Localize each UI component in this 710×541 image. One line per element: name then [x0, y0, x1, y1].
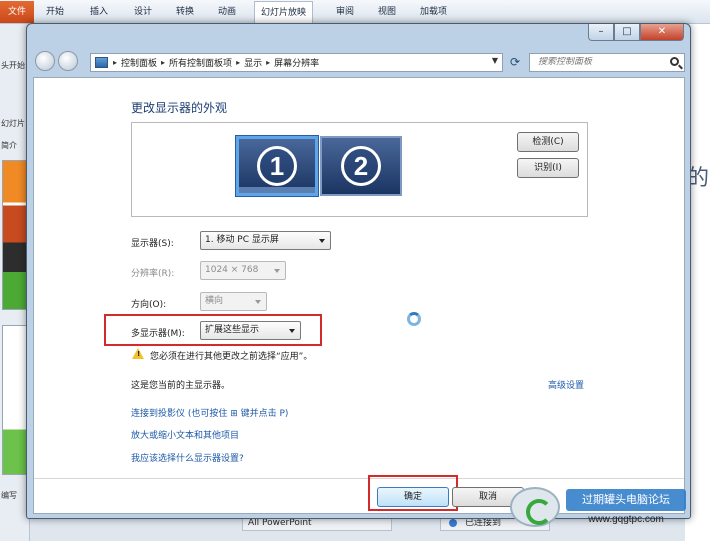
breadcrumb-separator-icon[interactable]: ▸	[113, 58, 117, 67]
slide-thumbnail[interactable]	[2, 325, 28, 475]
footer-divider	[34, 478, 684, 479]
ppt-tab-design[interactable]: 设计	[128, 1, 158, 23]
chevron-down-icon	[274, 269, 280, 273]
multiple-displays-value: 扩展这些显示	[205, 325, 260, 335]
monitor-number: 1	[257, 146, 297, 186]
identify-button[interactable]: 识别(I)	[517, 158, 579, 178]
primary-display-note: 这是您当前的主显示器。	[131, 381, 231, 391]
resolution-label: 分辨率(R):	[131, 269, 175, 279]
ppt-tab-home[interactable]: 开始	[40, 1, 70, 23]
address-bar[interactable]: ▸ 控制面板 ▸ 所有控制面板项 ▸ 显示 ▸ 屏幕分辨率 ▼	[90, 53, 503, 72]
orientation-select-value: 横向	[205, 296, 224, 306]
watermark-title: 过期罐头电脑论坛	[566, 489, 686, 511]
text-size-link[interactable]: 放大或缩小文本和其他项目	[131, 428, 239, 441]
resolution-select-value: 1024 × 768	[205, 265, 259, 275]
ppt-tab-review[interactable]: 审阅	[330, 1, 360, 23]
forward-button[interactable]	[58, 51, 78, 71]
busy-spinner-icon	[407, 312, 421, 326]
breadcrumb-all-items[interactable]: 所有控制面板项	[169, 56, 232, 69]
orientation-label: 方向(O):	[131, 300, 167, 310]
ppt-tab-animations[interactable]: 动画	[212, 1, 242, 23]
orientation-select[interactable]: 横向	[200, 292, 267, 311]
monitor-number: 2	[341, 146, 381, 186]
monitor-preview: 1 2 检测(C) 识别(I)	[131, 122, 588, 217]
multiple-displays-label: 多显示器(M):	[131, 329, 185, 339]
chevron-down-icon	[255, 300, 261, 304]
window-controls: – □ ✕	[588, 24, 684, 41]
breadcrumb-display[interactable]: 显示	[244, 56, 262, 69]
ppt-file-tab[interactable]: 文件	[0, 1, 34, 23]
ppt-status-text: 已连接到	[465, 518, 502, 528]
warning-icon: !	[132, 348, 144, 359]
monitor-1[interactable]: 1	[236, 136, 318, 196]
maximize-button[interactable]: □	[614, 24, 640, 41]
watermark-url: www.gqgtpc.com	[588, 514, 664, 525]
control-panel-icon	[95, 57, 108, 68]
minimize-button[interactable]: –	[588, 24, 614, 41]
search-box[interactable]	[529, 53, 685, 72]
watermark-logo-icon	[510, 487, 560, 527]
resolution-select[interactable]: 1024 × 768	[200, 261, 286, 280]
ppt-tab-addins[interactable]: 加载项	[414, 1, 453, 23]
search-icon[interactable]	[670, 57, 679, 66]
monitor-taskbar	[239, 187, 315, 193]
ppt-tab-slideshow[interactable]: 幻灯片放映	[254, 1, 314, 23]
multiple-displays-select[interactable]: 扩展这些显示	[200, 321, 301, 340]
display-label: 显示器(S):	[131, 239, 174, 249]
breadcrumb-control-panel[interactable]: 控制面板	[121, 56, 157, 69]
content-pane: 更改显示器的外观 1 2 检测(C) 识别(I) 显示器(S): 1. 移动 P…	[33, 77, 685, 514]
chevron-down-icon	[319, 239, 325, 243]
close-button[interactable]: ✕	[640, 24, 684, 41]
powerpoint-ribbon: 文件 开始 插入 设计 转换 动画 幻灯片放映 审阅 视图 加载项	[0, 0, 710, 24]
breadcrumb-separator-icon[interactable]: ▸	[266, 58, 270, 67]
screen-resolution-window: – □ ✕ ▸ 控制面板 ▸ 所有控制面板项 ▸ 显示 ▸ 屏幕分辨率 ▼ ⟳ …	[26, 23, 691, 519]
breadcrumb-screen-resolution[interactable]: 屏幕分辨率	[274, 56, 319, 69]
chevron-down-icon[interactable]: ▼	[492, 56, 498, 65]
display-select-value: 1. 移动 PC 显示屏	[205, 235, 279, 245]
ppt-tab-view[interactable]: 视图	[372, 1, 402, 23]
connect-projector-link[interactable]: 连接到投影仪 (也可按住 ⊞ 键并点击 P)	[131, 406, 288, 419]
display-settings-help-link[interactable]: 我应该选择什么显示器设置?	[131, 451, 244, 464]
advanced-settings-link[interactable]: 高级设置	[548, 378, 584, 391]
page-title: 更改显示器的外观	[131, 101, 228, 115]
ok-button[interactable]: 确定	[377, 487, 449, 507]
detect-button[interactable]: 检测(C)	[517, 132, 579, 152]
slide-thumbnail[interactable]	[2, 160, 28, 310]
back-button[interactable]	[35, 51, 55, 71]
ppt-tab-transitions[interactable]: 转换	[170, 1, 200, 23]
refresh-icon[interactable]: ⟳	[505, 53, 525, 72]
ppt-tab-insert[interactable]: 插入	[84, 1, 114, 23]
status-dot-icon	[449, 519, 457, 527]
chevron-down-icon	[289, 329, 295, 333]
monitor-2[interactable]: 2	[320, 136, 402, 196]
display-select[interactable]: 1. 移动 PC 显示屏	[200, 231, 331, 250]
breadcrumb-separator-icon[interactable]: ▸	[236, 58, 240, 67]
warning-text: 您必须在进行其他更改之前选择“应用”。	[150, 352, 313, 362]
breadcrumb-separator-icon[interactable]: ▸	[161, 58, 165, 67]
search-input[interactable]	[538, 57, 658, 67]
